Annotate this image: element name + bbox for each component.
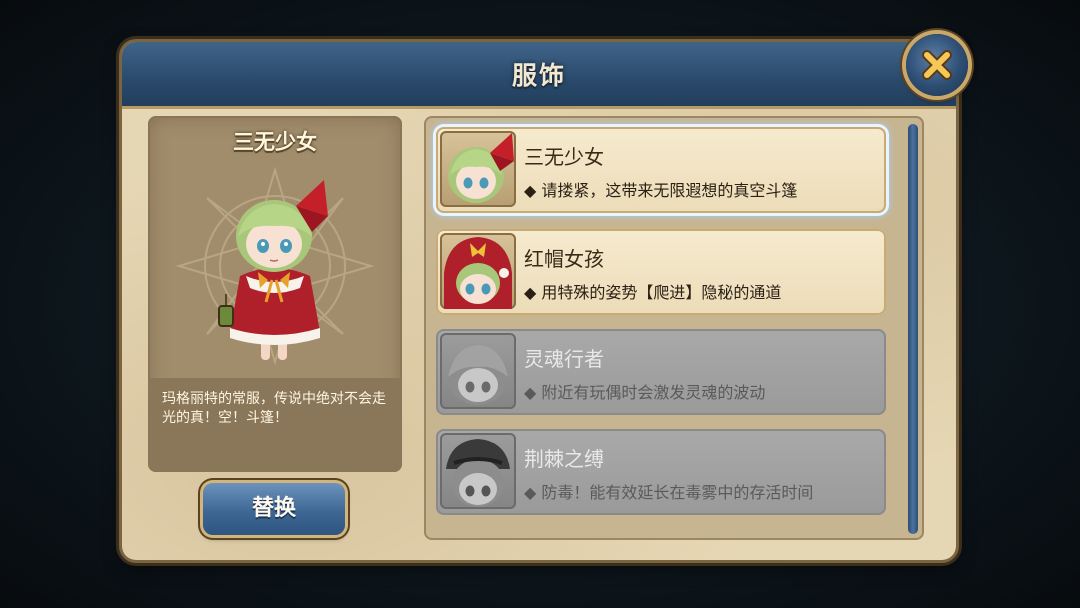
outfit-thumbnail — [440, 333, 516, 409]
outfit-description: ◆ 用特殊的姿势【爬进】隐秘的通道 — [524, 283, 782, 302]
outfit-thumbnail — [440, 131, 516, 207]
outfit-thumbnail — [440, 233, 516, 309]
outfit-item-selected[interactable]: 三无少女 ◆ 请搂紧，这带来无限遐想的真空斗篷 — [436, 127, 886, 213]
outfit-description: ◆ 防毒！能有效延长在毒雾中的存活时间 — [524, 483, 814, 502]
outfit-item-locked[interactable]: 荆棘之缚 ◆ 防毒！能有效延长在毒雾中的存活时间 — [436, 429, 886, 515]
outfit-name: 红帽女孩 — [524, 247, 604, 271]
outfit-item[interactable]: 红帽女孩 ◆ 用特殊的姿势【爬进】隐秘的通道 — [436, 229, 886, 315]
close-x-icon — [922, 50, 952, 80]
character-face-icon — [444, 237, 512, 309]
description-box: 玛格丽特的常服，传说中绝对不会走光的真！空！斗篷！ — [148, 378, 402, 472]
character-portrait — [218, 180, 328, 360]
title-bar: 服饰 — [122, 42, 956, 109]
character-face-icon — [448, 133, 514, 203]
outfit-item-locked[interactable]: 灵魂行者 ◆ 附近有玩偶时会激发灵魂的波动 — [436, 329, 886, 415]
outfit-name: 三无少女 — [524, 145, 604, 169]
outfit-description: 玛格丽特的常服，传说中绝对不会走光的真！空！斗篷！ — [162, 391, 386, 426]
outfit-preview-panel: 三无少女 玛格丽特的常服，传说中绝对不会走光的真！空！斗篷！ — [148, 116, 402, 472]
replace-button[interactable]: 替换 — [203, 483, 345, 535]
close-button[interactable] — [906, 34, 968, 96]
preview-outfit-name: 三无少女 — [233, 130, 317, 154]
outfit-name: 荆棘之缚 — [524, 447, 604, 471]
outfit-description: ◆ 请搂紧，这带来无限遐想的真空斗篷 — [524, 181, 798, 200]
outfit-name: 灵魂行者 — [524, 347, 604, 371]
outfit-thumbnail — [440, 433, 516, 509]
dialog-title: 服饰 — [511, 61, 566, 90]
outfit-description: ◆ 附近有玩偶时会激发灵魂的波动 — [524, 383, 766, 402]
character-face-icon — [448, 345, 508, 405]
scrollbar-thumb[interactable] — [908, 124, 918, 534]
character-face-icon — [446, 439, 510, 507]
